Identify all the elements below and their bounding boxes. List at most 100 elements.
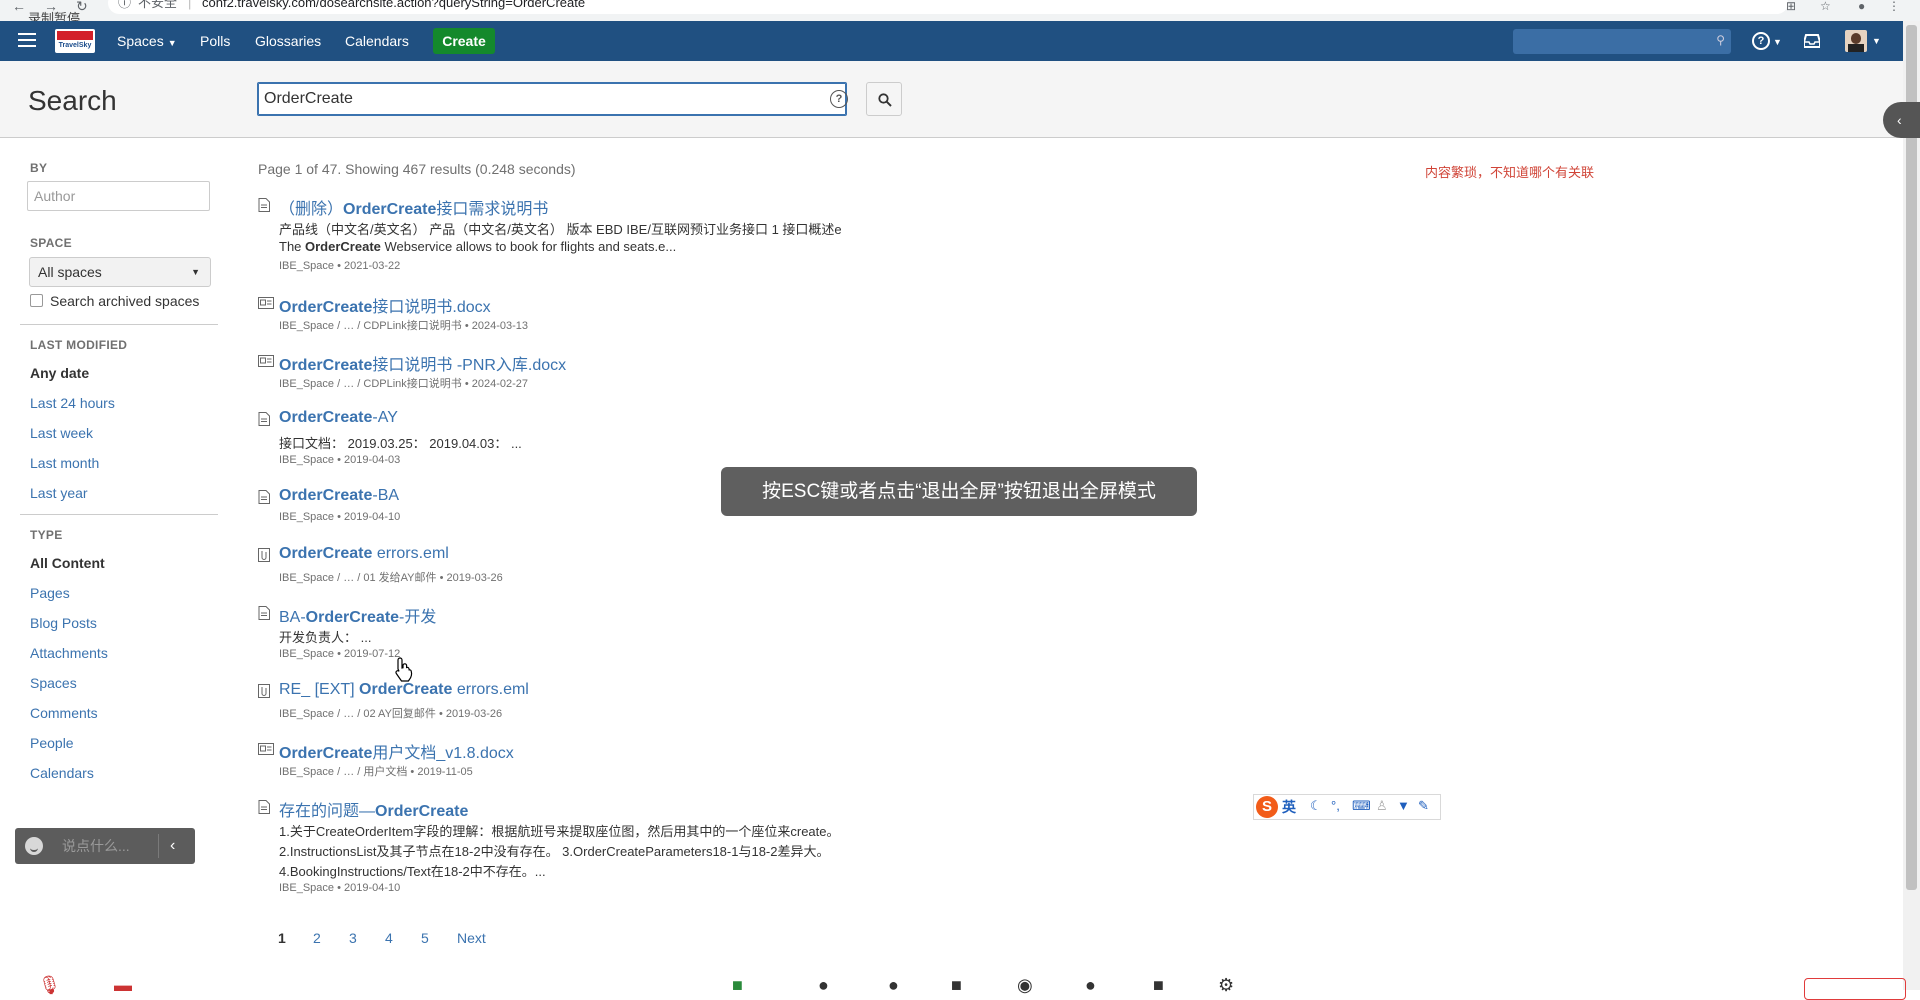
space-select[interactable]: All spaces ▼ bbox=[29, 257, 211, 287]
chat-input[interactable]: 说点什么... bbox=[62, 828, 130, 864]
result-title[interactable]: OrderCreate errors.eml bbox=[279, 545, 449, 563]
result-meta: IBE_Space / … / CDPLink接口说明书 • 2024-03-1… bbox=[279, 320, 529, 332]
chevron-down-icon[interactable]: ▼ bbox=[1872, 21, 1881, 61]
scrollbar-thumb[interactable] bbox=[1906, 25, 1917, 890]
search-input[interactable]: OrderCreate bbox=[257, 82, 847, 116]
result-title[interactable]: （删除）OrderCreate接口需求说明书 bbox=[279, 195, 548, 219]
ime-toolbar[interactable]: S 英 ☾ °, ⌨ ♙ ▼ ✎ bbox=[1253, 794, 1441, 820]
address-bar[interactable]: ⓘ 不安全 | conf2.travelsky.com/dosearchsite… bbox=[108, 0, 1788, 14]
title-match: OrderCreate bbox=[375, 803, 469, 820]
translate-icon[interactable]: ⊞ bbox=[1786, 0, 1796, 12]
page-scrollbar[interactable] bbox=[1903, 21, 1920, 990]
page-5[interactable]: 5 bbox=[421, 930, 429, 946]
apps-icon[interactable]: ● bbox=[1085, 975, 1096, 996]
app-header: TravelSky Spaces ▼ Polls Glossaries Calen… bbox=[0, 21, 1903, 61]
nav-polls[interactable]: Polls bbox=[200, 21, 230, 61]
type-filter-attachments[interactable]: Attachments bbox=[30, 645, 108, 661]
date-filter-24h[interactable]: Last 24 hours bbox=[30, 395, 115, 411]
browser-menu-icon[interactable]: ⋮ bbox=[1888, 0, 1900, 12]
date-filter-year[interactable]: Last year bbox=[30, 485, 88, 501]
date-filter-month[interactable]: Last month bbox=[30, 455, 99, 471]
mute-mic-icon[interactable]: 🎙 bbox=[38, 975, 61, 996]
result-excerpt: The OrderCreate Webservice allows to boo… bbox=[279, 239, 677, 254]
type-filter-all[interactable]: All Content bbox=[30, 555, 105, 571]
next-page-link[interactable]: Next bbox=[457, 930, 486, 946]
avatar[interactable] bbox=[1845, 30, 1867, 52]
date-filter-week[interactable]: Last week bbox=[30, 425, 93, 441]
result-title[interactable]: OrderCreate-AY bbox=[279, 409, 398, 427]
keyboard-icon[interactable]: ⌨ bbox=[1352, 798, 1371, 814]
archived-checkbox[interactable] bbox=[30, 294, 43, 307]
type-filter-pages[interactable]: Pages bbox=[30, 585, 70, 601]
nav-calendars[interactable]: Calendars bbox=[345, 21, 409, 61]
moon-icon[interactable]: ☾ bbox=[1310, 798, 1322, 814]
travelsky-logo[interactable]: TravelSky bbox=[55, 29, 95, 53]
collapse-panel-tab[interactable]: ‹ bbox=[1883, 102, 1920, 138]
help-icon[interactable]: ? ▼ bbox=[1752, 21, 1782, 61]
create-button[interactable]: Create bbox=[433, 28, 495, 54]
bookmark-star-icon[interactable]: ☆ bbox=[1820, 0, 1831, 12]
result-excerpt: 1.关于CreateOrderItem字段的理解：根据航班号来提取座位图，然后用… bbox=[279, 824, 840, 839]
result-title[interactable]: OrderCreate-BA bbox=[279, 487, 399, 505]
title-match: OrderCreate bbox=[279, 487, 373, 504]
url-text[interactable]: conf2.travelsky.com/dosearchsite.action?… bbox=[202, 0, 585, 14]
nav-glossaries[interactable]: Glossaries bbox=[255, 21, 321, 61]
invite-icon[interactable]: ● bbox=[888, 975, 899, 996]
security-label: 不安全 bbox=[138, 0, 178, 10]
page-4[interactable]: 4 bbox=[385, 930, 393, 946]
nav-spaces[interactable]: Spaces ▼ bbox=[117, 21, 177, 61]
page-1[interactable]: 1 bbox=[278, 930, 286, 946]
date-filter-any[interactable]: Any date bbox=[30, 365, 89, 381]
share-screen-icon[interactable]: ■ bbox=[732, 975, 743, 996]
header-search-input[interactable]: ⚲ bbox=[1513, 29, 1731, 54]
profile-icon[interactable]: ● bbox=[1858, 0, 1865, 12]
type-filter-calendars[interactable]: Calendars bbox=[30, 765, 94, 781]
result-title[interactable]: OrderCreate用户文档_v1.8.docx bbox=[279, 739, 514, 763]
document-icon bbox=[258, 743, 274, 755]
result-title[interactable]: OrderCreate接口说明书.docx bbox=[279, 293, 491, 317]
result-excerpt: 产品线（中文名/英文名） 产品（中文名/英文名） 版本 EBD IBE/互联网预… bbox=[279, 222, 842, 237]
page-2[interactable]: 2 bbox=[313, 930, 321, 946]
chat-widget[interactable]: 说点什么... ‹ bbox=[15, 828, 195, 864]
layout-icon[interactable]: ■ bbox=[1153, 975, 1164, 996]
punctuation-icon[interactable]: °, bbox=[1331, 798, 1340, 813]
sogou-logo-icon[interactable]: S bbox=[1256, 796, 1278, 818]
result-title[interactable]: OrderCreate接口说明书 -PNR入库.docx bbox=[279, 351, 566, 375]
menu-icon[interactable] bbox=[18, 33, 36, 49]
page-3[interactable]: 3 bbox=[349, 930, 357, 946]
video-off-icon[interactable]: ▬ bbox=[114, 975, 132, 996]
voice-icon[interactable]: ♙ bbox=[1376, 798, 1388, 814]
logo-text: TravelSky bbox=[58, 42, 92, 49]
result-meta: IBE_Space / … / CDPLink接口说明书 • 2024-02-2… bbox=[279, 378, 529, 390]
end-meeting-button[interactable] bbox=[1804, 978, 1906, 1000]
collapse-chat-icon[interactable]: ‹ bbox=[170, 828, 175, 864]
type-filter-blog-posts[interactable]: Blog Posts bbox=[30, 615, 97, 631]
result-meta: IBE_Space / … / 02 AY回复邮件 • 2019-03-26 bbox=[279, 708, 503, 720]
archived-spaces-option[interactable]: Search archived spaces bbox=[30, 293, 199, 309]
ime-language-toggle[interactable]: 英 bbox=[1282, 797, 1296, 817]
back-icon[interactable]: ← bbox=[12, 0, 26, 13]
chevron-down-icon: ▼ bbox=[167, 38, 177, 48]
chat-icon[interactable]: ■ bbox=[951, 975, 962, 996]
search-button[interactable] bbox=[866, 82, 902, 116]
search-help-icon[interactable]: ? bbox=[830, 90, 848, 108]
result-meta: IBE_Space / … / 01 发给AY邮件 • 2019-03-26 bbox=[279, 572, 503, 584]
result-title[interactable]: BA-OrderCreate-开发 bbox=[279, 603, 436, 627]
type-filter-people[interactable]: People bbox=[30, 735, 74, 751]
skin-icon[interactable]: ▼ bbox=[1397, 798, 1410, 813]
last-modified-heading: LAST MODIFIED bbox=[30, 338, 128, 352]
type-filter-comments[interactable]: Comments bbox=[30, 705, 98, 721]
info-icon[interactable]: ⓘ bbox=[118, 0, 131, 14]
notifications-icon[interactable] bbox=[1803, 21, 1821, 61]
settings-icon[interactable]: ⚙ bbox=[1218, 975, 1234, 996]
emoji-icon[interactable] bbox=[25, 837, 43, 855]
title-prefix: RE_ [EXT] bbox=[279, 681, 360, 698]
title-prefix: 存在的问题— bbox=[279, 803, 376, 820]
result-title[interactable]: 存在的问题—OrderCreate bbox=[279, 797, 468, 821]
record-icon[interactable]: ◉ bbox=[1017, 975, 1033, 996]
type-filter-spaces[interactable]: Spaces bbox=[30, 675, 77, 691]
wrench-icon[interactable]: ✎ bbox=[1418, 798, 1429, 814]
author-field[interactable]: Author bbox=[27, 181, 210, 211]
participants-icon[interactable]: ● bbox=[818, 975, 829, 996]
title-match: OrderCreate bbox=[343, 201, 437, 218]
